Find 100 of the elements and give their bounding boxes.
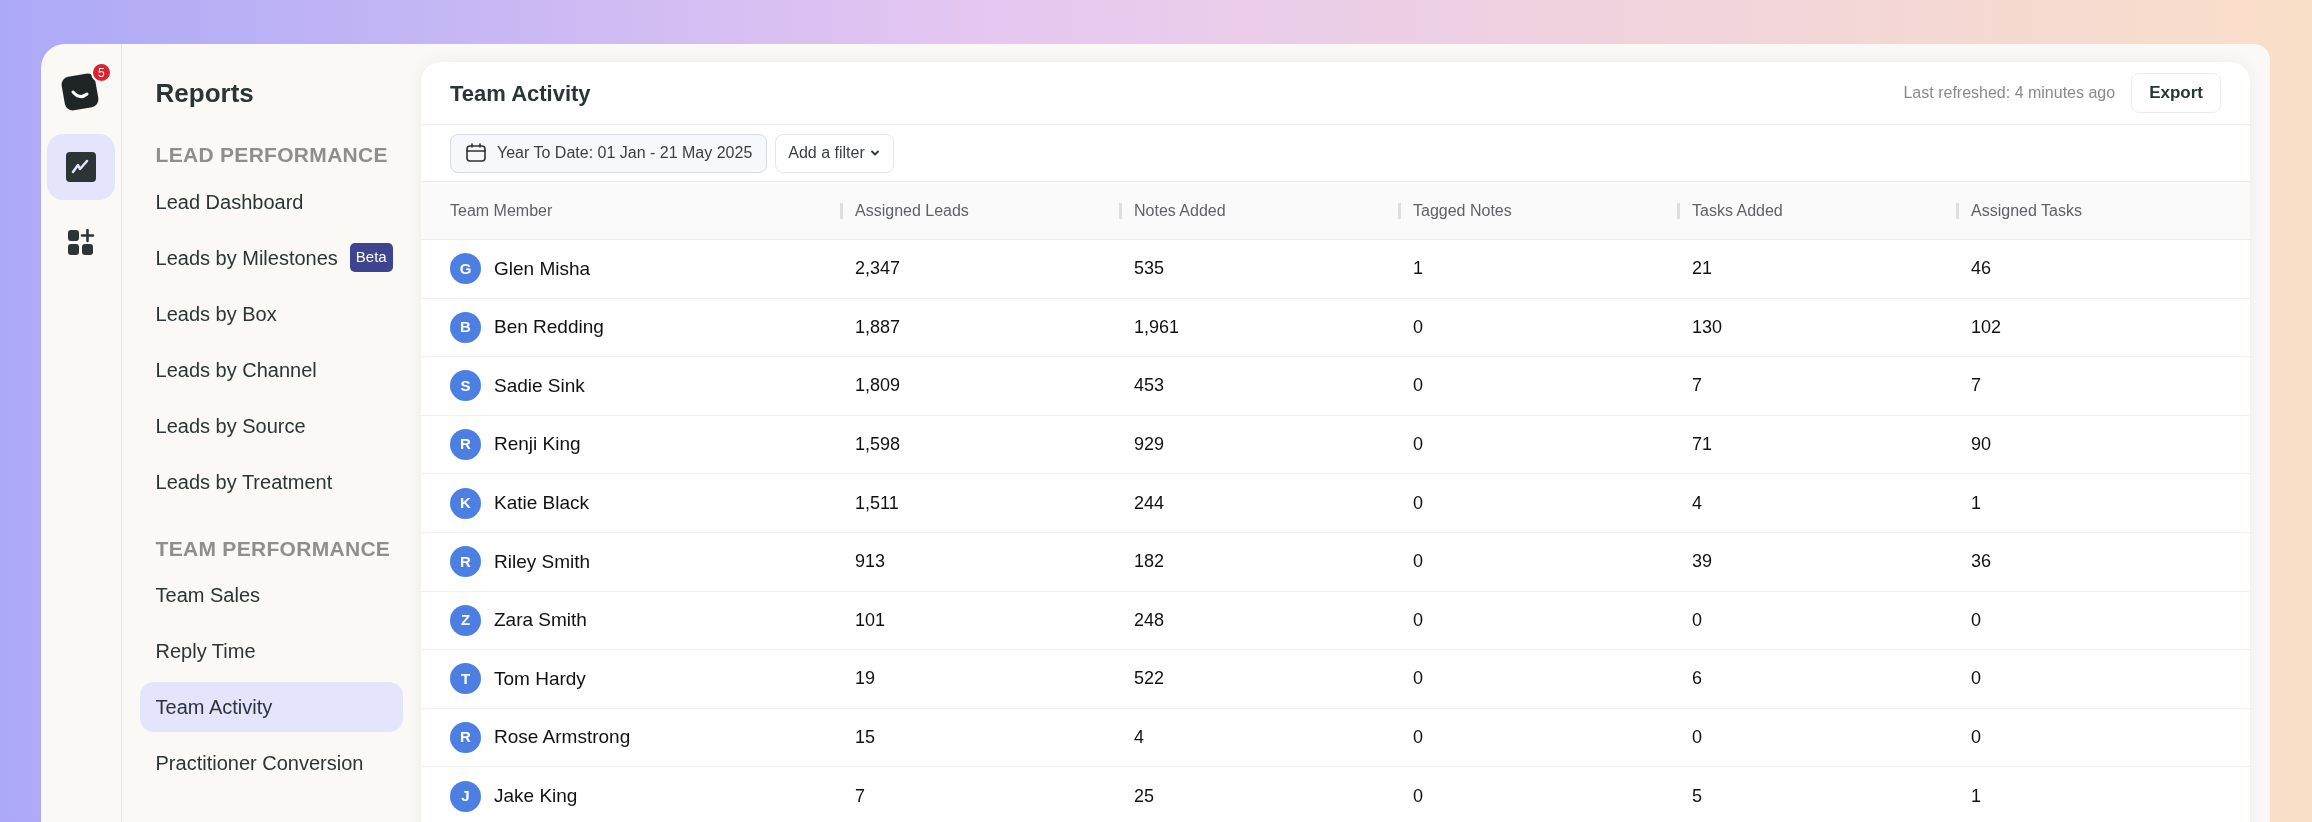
sidebar-item-label: Team Activity: [155, 695, 273, 720]
table-cell-text: 25: [1134, 784, 1156, 808]
sidebar-item-label: Leads by Source: [155, 413, 306, 439]
table-cell-text: 182: [1134, 550, 1166, 574]
column-header: Tasks Added: [1692, 200, 1783, 221]
table-cell-text: 1,511: [855, 491, 900, 515]
section-heading: TEAM PERFORMANCE: [154, 535, 392, 562]
sidebar-item[interactable]: Leads by Treatment: [139, 456, 403, 507]
table-cell-text: 46: [1971, 257, 1993, 281]
table-cell-text: 2,347: [855, 257, 902, 281]
member-name: Zara Smith: [494, 608, 587, 633]
table-cell-text: 0: [1692, 608, 1703, 632]
sidebar-item-label: Team Sales: [155, 583, 261, 608]
table-cell-text: 36: [1971, 550, 1993, 574]
sidebar-item[interactable]: Practitioner Conversion: [139, 738, 403, 788]
table-cell-text: 1: [1413, 257, 1424, 281]
table-cell-text: 0: [1692, 726, 1703, 750]
sidebar-item[interactable]: Leads by Milestones Beta: [139, 232, 403, 283]
sidebar-item[interactable]: Lead Dashboard: [139, 176, 403, 227]
sidebar-item-label: Leads by Channel: [155, 357, 317, 383]
column-header: Assigned Leads: [855, 200, 969, 221]
table-cell-text: 19: [855, 667, 877, 691]
table-cell-text: 0: [1413, 784, 1424, 808]
avatar-initial: K: [450, 487, 481, 519]
table-cell-text: 0: [1413, 433, 1424, 457]
avatar-initial: S: [450, 370, 481, 402]
sidebar-item-label: Leads by Box: [155, 301, 277, 327]
table-cell-text: 535: [1134, 257, 1166, 281]
table-cell-text: 522: [1134, 667, 1166, 691]
table-cell-text: 6: [1692, 667, 1703, 691]
member-name: Tom Hardy: [494, 666, 586, 691]
notification-badge: 5: [90, 62, 112, 83]
avatar-initial: G: [450, 253, 481, 285]
member-name: Katie Black: [494, 490, 590, 515]
sidebar-item-label: Lead Dashboard: [155, 189, 304, 215]
sidebar-item-label: Leads by Milestones: [155, 245, 338, 271]
table-cell-text: 0: [1971, 667, 1982, 691]
avatar-initial: R: [450, 546, 481, 578]
table-cell-text: 4: [1134, 726, 1145, 750]
column-header: Assigned Tasks: [1971, 200, 2082, 221]
table-cell-text: 0: [1971, 608, 1982, 632]
table-cell-text: 0: [1413, 550, 1424, 574]
sidebar-item[interactable]: Leads by Source: [139, 400, 403, 451]
export-button[interactable]: Export: [2131, 73, 2221, 113]
table-cell-text: 0: [1413, 608, 1424, 632]
table-cell-text: 7: [1971, 374, 1982, 398]
last-refreshed-text: Last refreshed: 4 minutes ago: [1903, 83, 2116, 103]
table-cell-text: 1: [1971, 784, 1982, 808]
table-cell-text: 7: [1692, 374, 1703, 398]
sidebar-item-label: Practitioner Conversion: [155, 751, 364, 776]
sidebar-item[interactable]: Team Sales: [139, 570, 403, 620]
apps-add-icon: [66, 229, 95, 257]
table-cell-text: 102: [1971, 315, 2003, 339]
table-cell-text: 15: [855, 726, 877, 750]
table-cell-text: 1,809: [855, 374, 902, 398]
sidebar-item[interactable]: Leads by Channel: [139, 344, 403, 395]
table-cell-text: 244: [1134, 491, 1166, 515]
member-name: Glen Misha: [494, 256, 591, 281]
member-name: Renji King: [494, 432, 581, 457]
table-cell-text: 0: [1413, 315, 1424, 339]
sidebar-item-label: Leads by Treatment: [155, 469, 333, 495]
table-cell-text: 0: [1413, 667, 1424, 691]
table-cell-text: 90: [1971, 433, 1993, 457]
table-cell-text: 21: [1692, 257, 1714, 281]
member-name: Jake King: [494, 783, 578, 808]
table-cell-text: 0: [1413, 726, 1424, 750]
table-cell-text: 1,598: [855, 433, 902, 457]
sidebar-item[interactable]: Leads by Box: [139, 288, 403, 339]
column-header: Notes Added: [1134, 200, 1226, 221]
avatar-initial: J: [450, 780, 481, 812]
avatar-initial: Z: [450, 604, 481, 636]
table-cell-text: 5: [1692, 784, 1703, 808]
table-cell-text: 1: [1971, 491, 1982, 515]
table-cell-text: 929: [1134, 433, 1166, 457]
table-cell-text: 1,887: [855, 315, 902, 339]
table-cell-text: 0: [1971, 726, 1982, 750]
sidebar-item[interactable]: Reply Time: [139, 626, 403, 676]
rail-nav-button[interactable]: [46, 134, 115, 200]
avatar-initial: R: [450, 429, 481, 461]
calendar-icon: [465, 142, 487, 164]
member-name: Rose Armstrong: [494, 725, 631, 750]
table-cell-text: 1,961: [1134, 315, 1181, 339]
table-cell-text: 453: [1134, 374, 1166, 398]
table-cell-text: 0: [1413, 491, 1424, 515]
date-range-button[interactable]: Year To Date: 01 Jan - 21 May 2025: [450, 133, 768, 173]
table-cell-text: 39: [1692, 550, 1714, 574]
sidebar-item[interactable]: Team Activity: [139, 682, 403, 732]
table-cell-text: 248: [1134, 608, 1166, 632]
report-title: Team Activity: [450, 79, 591, 108]
table-cell-text: 0: [1413, 374, 1424, 398]
column-header: Team Member: [450, 200, 553, 221]
member-name: Ben Redding: [494, 315, 604, 340]
table-cell-text: 130: [1692, 315, 1724, 339]
sidebar-title: Reports: [154, 77, 255, 110]
member-name: Sadie Sink: [494, 373, 585, 398]
line-chart-icon: [64, 151, 97, 183]
column-header: Tagged Notes: [1413, 200, 1512, 221]
avatar-initial: B: [450, 311, 481, 343]
add-filter-dropdown[interactable]: Add a filter: [775, 133, 894, 173]
table-cell-text: 71: [1692, 433, 1714, 457]
